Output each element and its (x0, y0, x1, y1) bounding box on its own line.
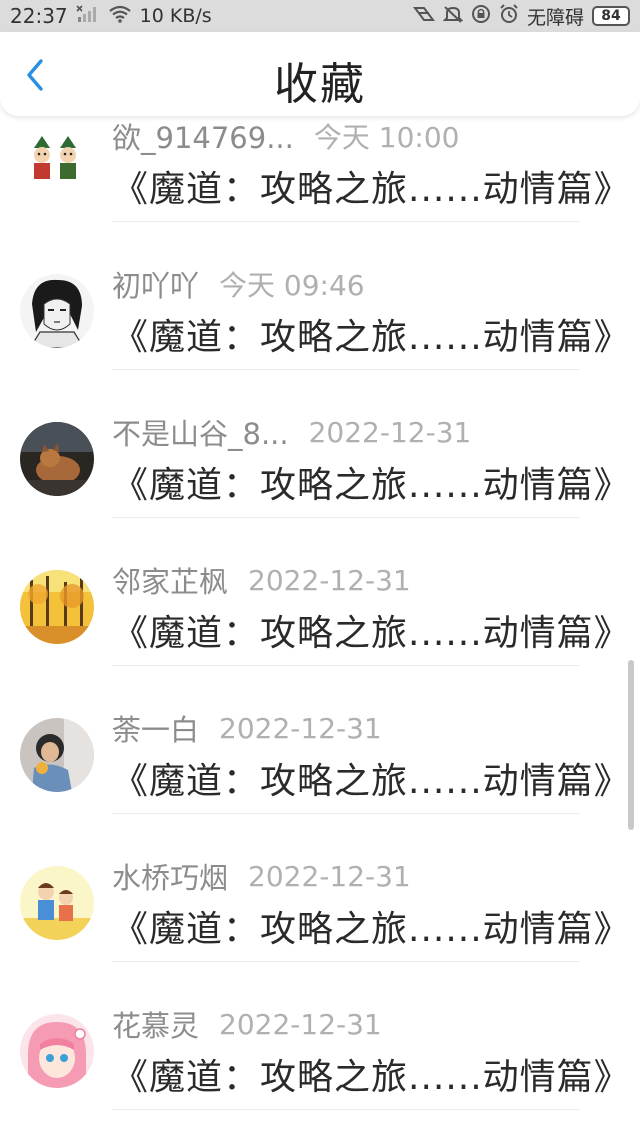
item-title[interactable]: 《魔道：攻略之旅......动情篇》 (112, 900, 631, 952)
avatar-cartoon-kids (20, 866, 94, 940)
app-header: 收藏 (0, 32, 640, 116)
avatar-person-photo (20, 718, 94, 792)
divider (112, 1109, 580, 1110)
item-title[interactable]: 《魔道：攻略之旅......动情篇》 (112, 1048, 631, 1100)
item-meta: 欲_914769... 今天 10:00 (112, 116, 460, 157)
avatar[interactable] (20, 274, 94, 348)
accessibility-label: 无障碍 (526, 6, 584, 29)
signal-off-icon (76, 5, 100, 27)
alarm-icon (499, 4, 519, 28)
status-bar-left: 22:37 10 KB/s (10, 4, 212, 28)
network-speed: 10 KB/s (139, 5, 212, 27)
list-item[interactable]: 水桥巧烟 2022-12-31 《魔道：攻略之旅......动情篇》 (0, 814, 640, 962)
date-label: 2022-12-31 (248, 563, 411, 597)
username[interactable]: 水桥巧烟 (112, 855, 228, 897)
avatar-pink-anime-girl (20, 1014, 94, 1088)
mute-icon (442, 5, 464, 27)
item-title[interactable]: 《魔道：攻略之旅......动情篇》 (112, 308, 631, 360)
avatar-sketch-portrait (20, 274, 94, 348)
date-label: 2022-12-31 (219, 1007, 382, 1041)
wifi-icon (108, 5, 132, 27)
hd-icon (412, 5, 435, 27)
list-item[interactable]: 花慕灵 2022-12-31 《魔道：攻略之旅......动情篇》 (0, 962, 640, 1110)
list-item[interactable]: 欲_914769... 今天 10:00 《魔道：攻略之旅......动情篇》 (0, 116, 640, 222)
status-bar-right: 无障碍 84 (412, 3, 630, 30)
date-label: 2022-12-31 (219, 711, 382, 745)
avatar[interactable] (20, 866, 94, 940)
date-label: 2022-12-31 (248, 859, 411, 893)
date-label: 今天 10:00 (313, 121, 460, 154)
username[interactable]: 邻家芷枫 (112, 559, 228, 601)
date-label: 2022-12-31 (308, 415, 472, 449)
avatar[interactable] (20, 422, 94, 496)
item-meta: 不是山谷_8... 2022-12-31 (112, 411, 472, 453)
favorites-list[interactable]: 欲_914769... 今天 10:00 《魔道：攻略之旅......动情篇》 … (0, 116, 640, 1138)
username[interactable]: 不是山谷_8... (112, 411, 289, 453)
item-meta: 荼一白 2022-12-31 (112, 707, 382, 749)
favorites-list-content: 欲_914769... 今天 10:00 《魔道：攻略之旅......动情篇》 … (0, 116, 640, 1110)
username[interactable]: 荼一白 (112, 707, 199, 749)
item-title[interactable]: 《魔道：攻略之旅......动情篇》 (112, 752, 631, 804)
status-time: 22:37 (10, 4, 68, 28)
item-title[interactable]: 《魔道：攻略之旅......动情篇》 (112, 160, 631, 212)
avatar-dog-photo (20, 422, 94, 496)
status-bar: 22:37 10 KB/s 无障碍 84 (0, 0, 640, 32)
item-meta: 初吖吖 今天 09:46 (112, 263, 365, 305)
vpn-icon (471, 4, 491, 28)
avatar-autumn-trees (20, 570, 94, 644)
avatar[interactable] (20, 126, 94, 200)
avatar[interactable] (20, 718, 94, 792)
item-meta: 水桥巧烟 2022-12-31 (112, 855, 411, 897)
battery-indicator: 84 (592, 6, 630, 26)
avatar[interactable] (20, 570, 94, 644)
username[interactable]: 花慕灵 (112, 1003, 199, 1045)
item-meta: 花慕灵 2022-12-31 (112, 1003, 382, 1045)
item-title[interactable]: 《魔道：攻略之旅......动情篇》 (112, 604, 631, 656)
scrollbar[interactable] (628, 660, 634, 830)
avatar[interactable] (20, 1014, 94, 1088)
date-label: 今天 09:46 (219, 269, 365, 302)
username[interactable]: 初吖吖 (112, 263, 199, 305)
avatar-cartoon-couple (20, 126, 94, 200)
item-meta: 邻家芷枫 2022-12-31 (112, 559, 411, 601)
list-item[interactable]: 邻家芷枫 2022-12-31 《魔道：攻略之旅......动情篇》 (0, 518, 640, 666)
item-title[interactable]: 《魔道：攻略之旅......动情篇》 (112, 456, 631, 508)
page-title: 收藏 (274, 59, 366, 110)
username[interactable]: 欲_914769... (112, 116, 294, 157)
list-item[interactable]: 初吖吖 今天 09:46 《魔道：攻略之旅......动情篇》 (0, 222, 640, 370)
list-item[interactable]: 不是山谷_8... 2022-12-31 《魔道：攻略之旅......动情篇》 (0, 370, 640, 518)
list-item[interactable]: 荼一白 2022-12-31 《魔道：攻略之旅......动情篇》 (0, 666, 640, 814)
